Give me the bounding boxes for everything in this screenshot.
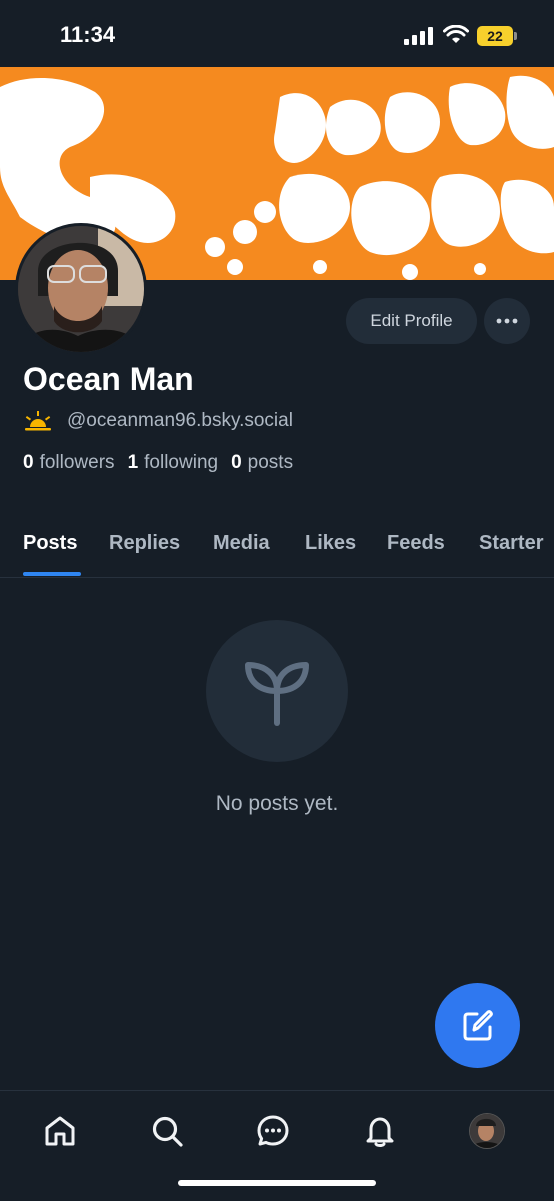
wifi-icon [443,25,469,43]
tab-feeds[interactable]: Feeds [387,532,445,555]
status-bar: 11:34 22 [0,0,554,67]
battery-level: 22 [487,28,503,44]
more-options-button[interactable] [484,298,530,344]
profile-handle[interactable]: @oceanman96.bsky.social [67,410,293,432]
followers-count: 0 [23,452,34,473]
avatar-photo [18,226,144,352]
tab-posts[interactable]: Posts [23,532,77,555]
search-icon [152,1116,183,1147]
ellipsis-icon [496,318,518,324]
home-indicator[interactable] [178,1180,376,1186]
empty-state-message: No posts yet. [215,792,339,815]
profile-avatar[interactable] [15,223,147,355]
cellular-signal-icon [404,27,433,45]
bell-icon [366,1117,394,1147]
posts-label: posts [247,452,294,473]
tab-replies[interactable]: Replies [109,532,180,555]
nav-chat[interactable] [253,1111,293,1151]
tab-likes[interactable]: Likes [305,532,356,555]
handle-row: @oceanman96.bsky.social [23,410,293,432]
tab-starter[interactable]: Starter [479,532,543,555]
following-count: 1 [127,452,139,473]
status-time: 11:34 [60,22,116,47]
battery-indicator: 22 [477,26,517,46]
sprout-icon [245,662,309,726]
nav-search[interactable] [147,1111,187,1151]
nav-profile[interactable] [467,1111,507,1151]
followers-stat[interactable]: 0 followers [23,452,115,474]
nav-avatar-photo [470,1114,504,1148]
following-label: following [144,452,219,473]
avatar [469,1113,505,1149]
nav-home[interactable] [40,1111,80,1151]
profile-stats: 0 followers 1 following 0 posts [23,452,293,474]
nav-notifications[interactable] [360,1111,400,1151]
compose-post-button[interactable] [435,983,520,1068]
following-stat[interactable]: 1 following [128,452,219,474]
posts-stat: 0 posts [231,452,293,474]
sunrise-icon [25,411,51,431]
compose-icon [463,1009,493,1040]
followers-label: followers [39,452,115,473]
active-tab-indicator [23,572,81,576]
tab-media[interactable]: Media [213,532,270,555]
home-icon [45,1116,75,1146]
battery-tip [514,32,517,40]
empty-state-icon-circle [206,620,348,762]
chat-icon [257,1115,289,1146]
edit-profile-button[interactable]: Edit Profile [346,298,477,344]
posts-count: 0 [231,452,242,473]
profile-tabs: Posts Replies Media Likes Feeds Starter [0,515,554,578]
display-name: Ocean Man [23,361,194,397]
